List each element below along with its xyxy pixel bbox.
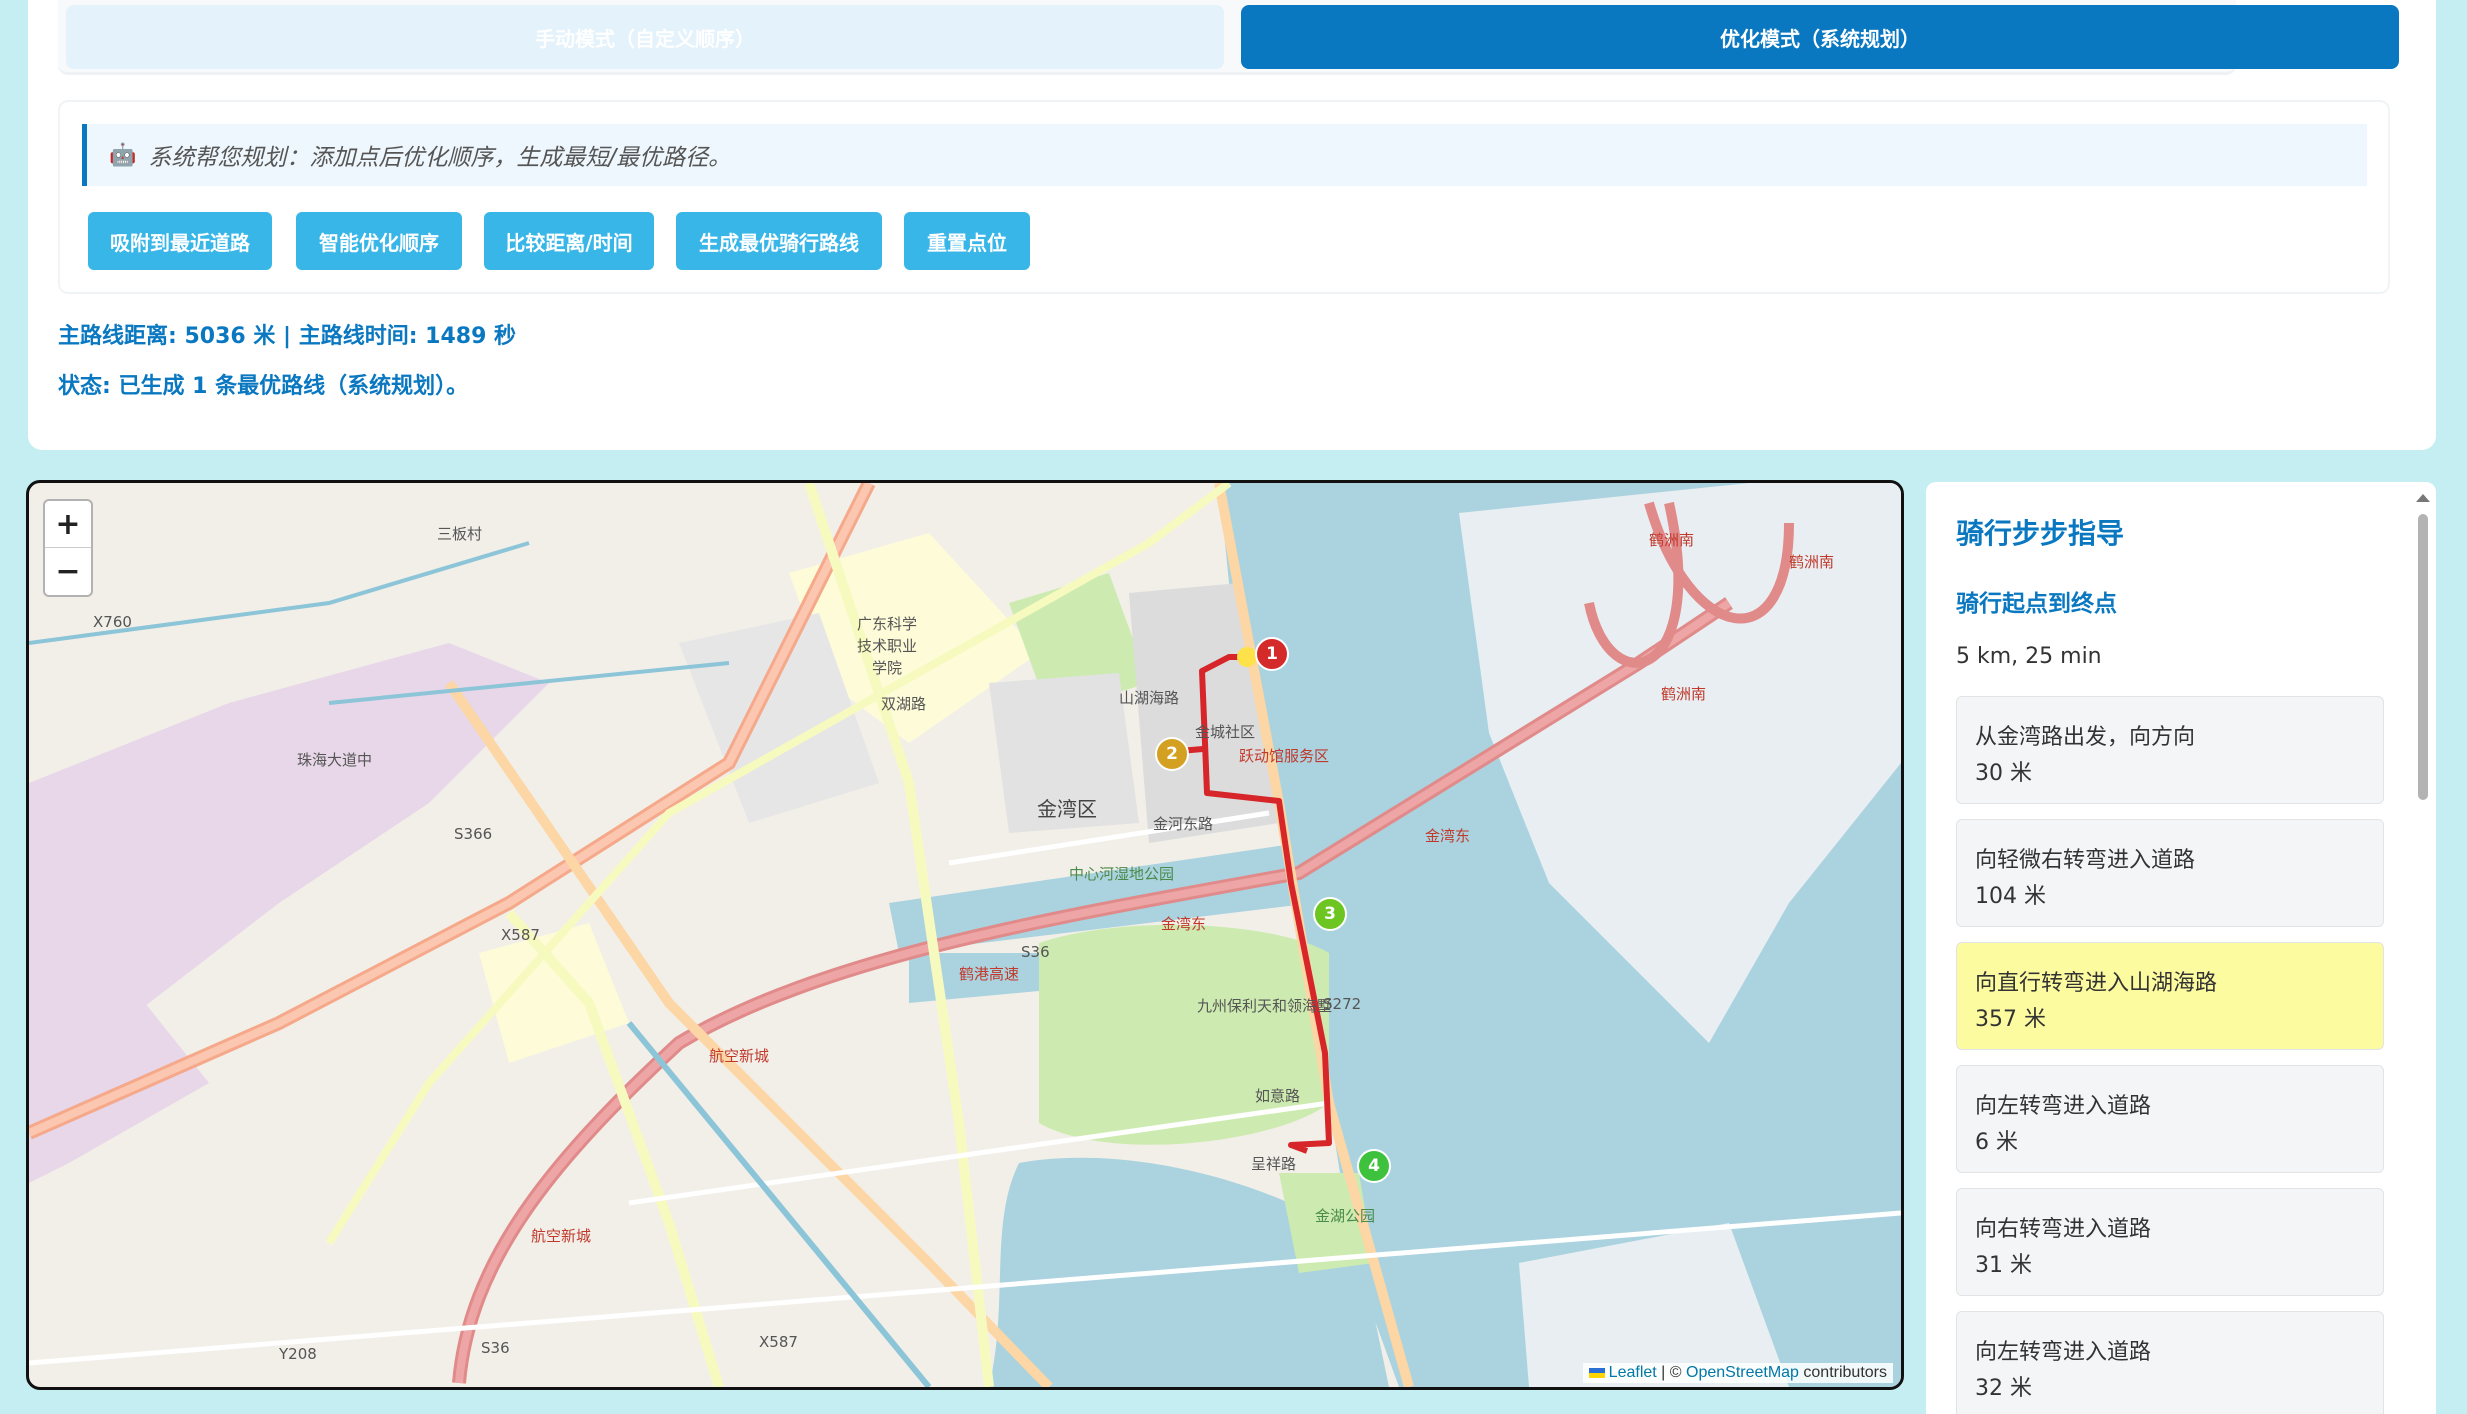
map-label-jinhu-park: 金湖公园 bbox=[1315, 1207, 1376, 1225]
map-label-hangkong: 航空新城 bbox=[709, 1047, 770, 1065]
planner-card: 手动模式（自定义顺序） 优化模式（系统规划） 🤖 系统帮您规划：添加点后优化顺序… bbox=[28, 0, 2436, 450]
leaflet-link[interactable]: Leaflet bbox=[1609, 1364, 1657, 1381]
guide-scroll-thumb[interactable] bbox=[2418, 514, 2428, 800]
step-instruction: 向直行转弯进入山湖海路 bbox=[1975, 971, 2218, 996]
optimize-order-button[interactable]: 智能优化顺序 bbox=[296, 212, 462, 270]
attribution-suffix: contributors bbox=[1798, 1364, 1887, 1381]
map-label-x760: X760 bbox=[93, 613, 132, 631]
reset-points-button[interactable]: 重置点位 bbox=[904, 212, 1030, 270]
zoom-in-button[interactable]: + bbox=[45, 501, 91, 548]
map-label-hegang: 鹤港高速 bbox=[959, 965, 1020, 983]
scroll-up-arrow-icon[interactable] bbox=[2416, 494, 2430, 502]
map-label-shanhuhai: 山湖海路 bbox=[1119, 689, 1180, 707]
osm-link[interactable]: OpenStreetMap bbox=[1686, 1364, 1799, 1381]
route-map[interactable]: 三板村 X760 S366 X587 X587 S36 S36 S272 珠海大… bbox=[26, 480, 1904, 1390]
map-tiles bbox=[29, 483, 1901, 1387]
map-label-x587-a: X587 bbox=[501, 926, 540, 944]
map-label-college: 广东科学技术职业学院 bbox=[856, 615, 917, 677]
map-label-jinhe: 金河东路 bbox=[1153, 815, 1214, 833]
ride-guide-panel: 骑行步步指导 骑行起点到终点 5 km, 25 min 从金湾路出发，向方向 3… bbox=[1926, 482, 2436, 1414]
map-label-hezhou-s2: 鹤洲南 bbox=[1661, 685, 1707, 703]
map-label-zhuhai-ave: 珠海大道中 bbox=[297, 751, 373, 769]
guide-summary: 5 km, 25 min bbox=[1956, 644, 2102, 669]
guide-step[interactable]: 向右转弯进入道路 31 米 bbox=[1956, 1188, 2384, 1296]
optimized-mode-button[interactable]: 优化模式（系统规划） bbox=[1241, 5, 2399, 69]
map-label-jincheng: 金城社区 bbox=[1195, 723, 1256, 741]
route-marker-4[interactable]: 4 bbox=[1357, 1149, 1391, 1183]
step-instruction: 从金湾路出发，向方向 bbox=[1975, 725, 2196, 750]
map-label-yuedong: 跃动馆服务区 bbox=[1239, 747, 1330, 765]
guide-title: 骑行步步指导 bbox=[1956, 517, 2125, 550]
map-label-s36-a: S36 bbox=[1021, 943, 1050, 961]
generate-route-button[interactable]: 生成最优骑行路线 bbox=[676, 212, 882, 270]
map-label-sanbancun: 三板村 bbox=[437, 525, 483, 543]
route-summary: 主路线距离: 5036 米 | 主路线时间: 1489 秒 bbox=[58, 324, 517, 349]
robot-icon: 🤖 bbox=[109, 142, 137, 168]
map-label-y208: Y208 bbox=[279, 1345, 317, 1363]
optimize-panel: 🤖 系统帮您规划：添加点后优化顺序，生成最短/最优路径。 吸附到最近道路 智能优… bbox=[58, 100, 2390, 294]
map-label-jinwan-east-2: 金湾东 bbox=[1425, 827, 1471, 845]
route-marker-2[interactable]: 2 bbox=[1155, 737, 1189, 771]
hint-text: 系统帮您规划：添加点后优化顺序，生成最短/最优路径。 bbox=[148, 145, 732, 171]
step-instruction: 向右转弯进入道路 bbox=[1975, 1217, 2152, 1242]
map-label-jinwan-east: 金湾东 bbox=[1161, 915, 1207, 933]
map-label-rudao: 如意路 bbox=[1255, 1087, 1301, 1105]
route-marker-3[interactable]: 3 bbox=[1313, 897, 1347, 931]
step-distance: 6 米 bbox=[1975, 1130, 2018, 1155]
map-label-shuanglu: 双湖路 bbox=[881, 695, 927, 713]
guide-step[interactable]: 向轻微右转弯进入道路 104 米 bbox=[1956, 819, 2384, 927]
map-label-district: 金湾区 bbox=[1037, 797, 1097, 821]
map-label-x587-b: X587 bbox=[759, 1333, 798, 1351]
guide-step-active[interactable]: 向直行转弯进入山湖海路 357 米 bbox=[1956, 942, 2384, 1050]
route-marker-1[interactable]: 1 bbox=[1255, 637, 1289, 671]
guide-step[interactable]: 向左转弯进入道路 6 米 bbox=[1956, 1065, 2384, 1173]
step-distance: 357 米 bbox=[1975, 1007, 2046, 1032]
map-label-jiuzhou: 九州保利天和领海墅 bbox=[1197, 997, 1333, 1015]
compare-button[interactable]: 比较距离/时间 bbox=[484, 212, 654, 270]
zoom-control: + − bbox=[43, 499, 93, 597]
guide-step[interactable]: 从金湾路出发，向方向 30 米 bbox=[1956, 696, 2384, 804]
zoom-out-button[interactable]: − bbox=[45, 548, 91, 594]
step-instruction: 向左转弯进入道路 bbox=[1975, 1094, 2152, 1119]
hint-banner: 🤖 系统帮您规划：添加点后优化顺序，生成最短/最优路径。 bbox=[82, 124, 2367, 186]
step-instruction: 向轻微右转弯进入道路 bbox=[1975, 848, 2196, 873]
map-label-s36-b: S36 bbox=[481, 1339, 510, 1357]
map-label-hezhou-s1: 鹤洲南 bbox=[1649, 531, 1695, 549]
step-distance: 104 米 bbox=[1975, 884, 2046, 909]
ukraine-flag-icon bbox=[1588, 1367, 1605, 1378]
attribution-separator: | © bbox=[1656, 1364, 1686, 1381]
map-attribution: Leaflet | © OpenStreetMap contributors bbox=[1582, 1363, 1893, 1383]
step-distance: 30 米 bbox=[1975, 761, 2032, 786]
map-label-chengxiang: 呈祥路 bbox=[1251, 1155, 1297, 1173]
guide-subtitle: 骑行起点到终点 bbox=[1956, 591, 2117, 617]
mode-switch: 手动模式（自定义顺序） 优化模式（系统规划） bbox=[58, 0, 2399, 75]
snap-road-button[interactable]: 吸附到最近道路 bbox=[88, 212, 272, 270]
guide-step[interactable]: 向左转弯进入道路 32 米 bbox=[1956, 1311, 2384, 1414]
route-status: 状态: 已生成 1 条最优路线（系统规划）。 bbox=[58, 374, 469, 399]
step-distance: 32 米 bbox=[1975, 1376, 2032, 1401]
step-distance: 31 米 bbox=[1975, 1253, 2032, 1278]
map-label-hangkong-2: 航空新城 bbox=[531, 1227, 592, 1245]
manual-mode-button[interactable]: 手动模式（自定义顺序） bbox=[66, 5, 1224, 69]
map-label-s366: S366 bbox=[454, 825, 493, 843]
map-label-hezhou-n: 鹤洲南 bbox=[1789, 553, 1835, 571]
step-instruction: 向左转弯进入道路 bbox=[1975, 1340, 2152, 1365]
map-label-center-park: 中心河湿地公园 bbox=[1069, 865, 1175, 883]
